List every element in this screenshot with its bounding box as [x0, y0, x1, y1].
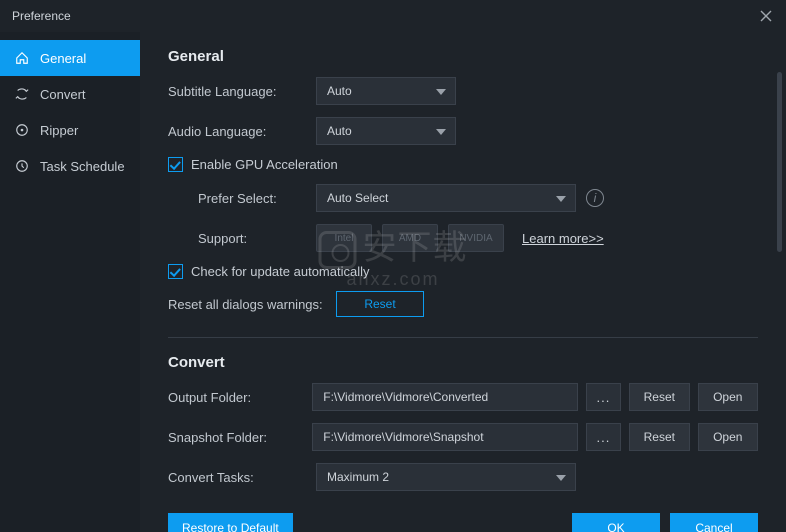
sidebar-item-label: Convert [40, 87, 86, 102]
close-button[interactable] [758, 8, 774, 24]
sidebar-item-task-schedule[interactable]: Task Schedule [0, 148, 140, 184]
sidebar: General Convert Ripper Task Schedule [0, 32, 140, 532]
cancel-button[interactable]: Cancel [670, 513, 758, 532]
reset-dialogs-label: Reset all dialogs warnings: [168, 297, 336, 312]
subtitle-language-select[interactable]: Auto [316, 77, 456, 105]
sidebar-item-convert[interactable]: Convert [0, 76, 140, 112]
snapshot-folder-reset-button[interactable]: Reset [629, 423, 689, 451]
sidebar-item-label: Ripper [40, 123, 78, 138]
scrollbar[interactable] [777, 72, 782, 372]
section-title-general: General [168, 48, 758, 65]
output-folder-reset-button[interactable]: Reset [629, 383, 689, 411]
learn-more-link[interactable]: Learn more>> [522, 231, 604, 246]
section-title-convert: Convert [168, 354, 758, 371]
sidebar-item-label: Task Schedule [40, 159, 125, 174]
auto-update-label: Check for update automatically [191, 264, 369, 279]
audio-language-label: Audio Language: [168, 124, 316, 139]
sidebar-item-general[interactable]: General [0, 40, 140, 76]
snapshot-folder-input[interactable]: F:\Vidmore\Vidmore\Snapshot [312, 423, 578, 451]
audio-language-select[interactable]: Auto [316, 117, 456, 145]
home-icon [14, 50, 30, 66]
output-folder-open-button[interactable]: Open [698, 383, 758, 411]
info-icon[interactable]: i [586, 189, 604, 207]
gpu-brand-chips: Intel AMD NVIDIA [316, 224, 504, 252]
chip-amd: AMD [382, 224, 438, 252]
convert-tasks-select[interactable]: Maximum 2 [316, 463, 576, 491]
output-folder-label: Output Folder: [168, 390, 312, 405]
prefer-select-dropdown[interactable]: Auto Select [316, 184, 576, 212]
gpu-acceleration-checkbox[interactable] [168, 157, 183, 172]
snapshot-folder-label: Snapshot Folder: [168, 430, 312, 445]
sidebar-item-ripper[interactable]: Ripper [0, 112, 140, 148]
convert-tasks-label: Convert Tasks: [168, 470, 316, 485]
disc-icon [14, 122, 30, 138]
prefer-select-label: Prefer Select: [168, 191, 316, 206]
snapshot-folder-open-button[interactable]: Open [698, 423, 758, 451]
close-icon [760, 10, 772, 22]
titlebar: Preference [0, 0, 786, 32]
restore-default-button[interactable]: Restore to Default [168, 513, 293, 532]
gpu-acceleration-label: Enable GPU Acceleration [191, 157, 338, 172]
reset-dialogs-button[interactable]: Reset [336, 291, 424, 317]
output-folder-browse-button[interactable]: ... [586, 383, 621, 411]
sidebar-item-label: General [40, 51, 86, 66]
chip-intel: Intel [316, 224, 372, 252]
footer: Restore to Default OK Cancel [168, 503, 758, 532]
convert-icon [14, 86, 30, 102]
auto-update-checkbox[interactable] [168, 264, 183, 279]
window-title: Preference [12, 9, 71, 23]
output-folder-input[interactable]: F:\Vidmore\Vidmore\Converted [312, 383, 578, 411]
subtitle-language-label: Subtitle Language: [168, 84, 316, 99]
ok-button[interactable]: OK [572, 513, 660, 532]
snapshot-folder-browse-button[interactable]: ... [586, 423, 621, 451]
content-panel: General Subtitle Language: Auto Audio La… [140, 32, 786, 532]
clock-icon [14, 158, 30, 174]
chip-nvidia: NVIDIA [448, 224, 504, 252]
scrollbar-thumb[interactable] [777, 72, 782, 252]
support-label: Support: [168, 231, 316, 246]
divider [168, 337, 758, 338]
